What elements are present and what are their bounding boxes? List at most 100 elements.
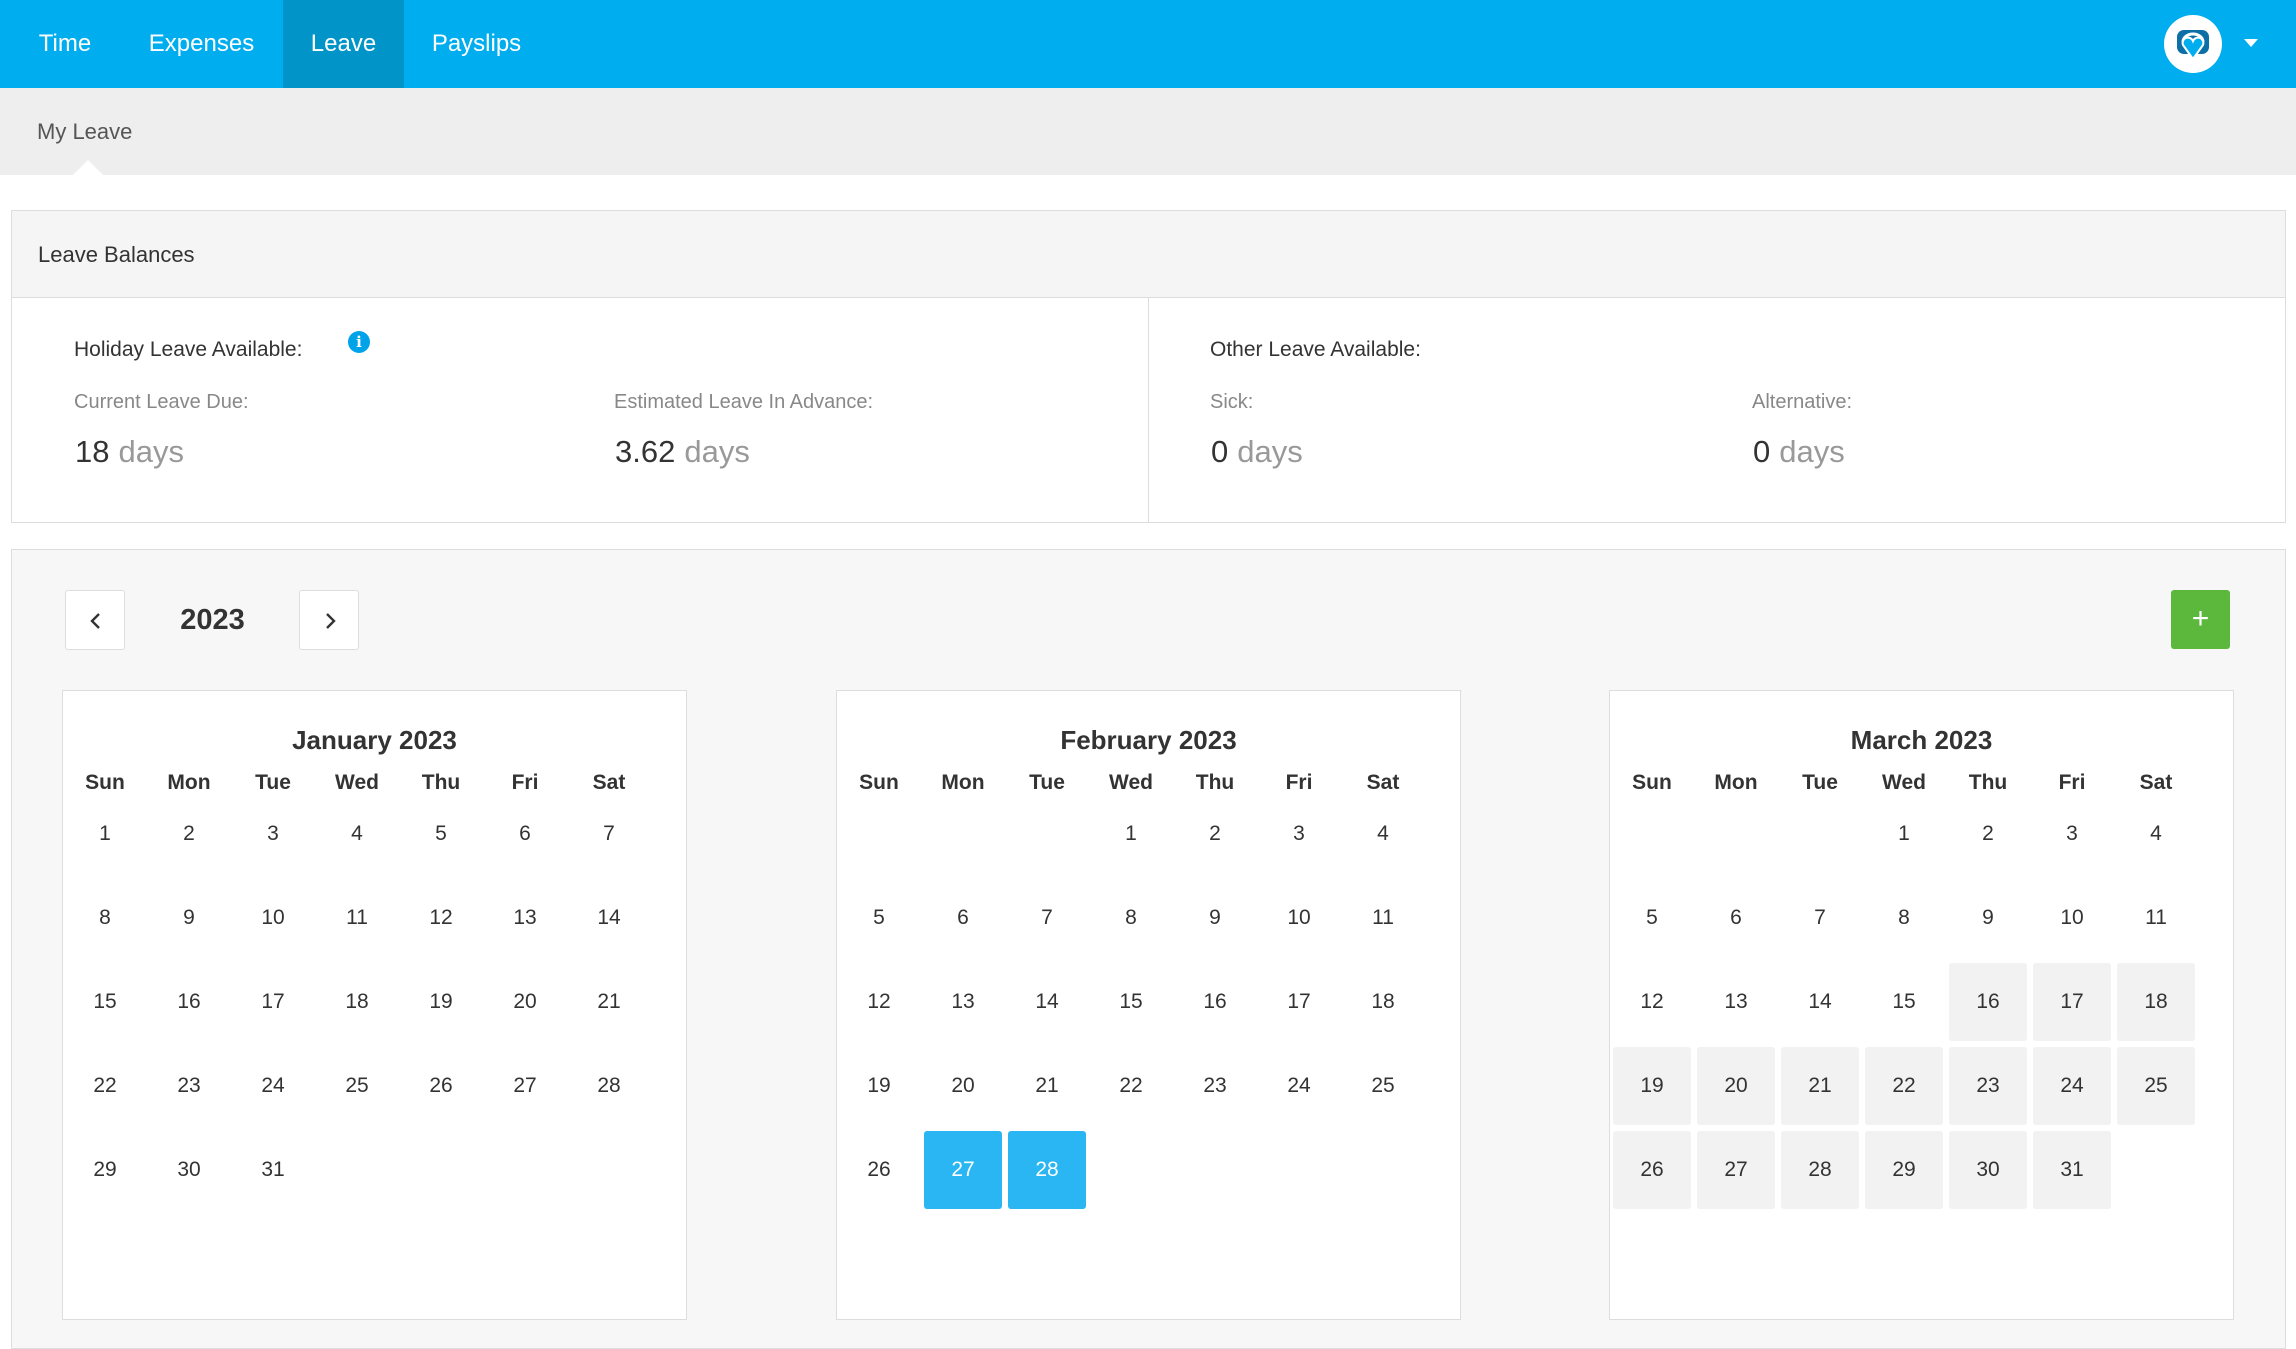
nav-tab-payslips[interactable]: Payslips [404,0,549,88]
calendar-day[interactable]: 20 [1697,1047,1775,1125]
calendar-day[interactable]: 12 [840,963,918,1041]
calendar-day[interactable]: 3 [1260,795,1338,873]
chevron-down-icon[interactable] [2244,39,2258,47]
calendar-day[interactable]: 27 [1697,1131,1775,1209]
calendar-day[interactable]: 6 [486,795,564,873]
calendar-day[interactable]: 1 [66,795,144,873]
calendar-day[interactable]: 27 [486,1047,564,1125]
calendar-day[interactable]: 10 [234,879,312,957]
calendar-day[interactable]: 12 [402,879,480,957]
calendar-day[interactable]: 9 [1176,879,1254,957]
calendar-day[interactable]: 24 [1260,1047,1338,1125]
calendar-day[interactable]: 29 [1865,1131,1943,1209]
calendar-day[interactable]: 22 [66,1047,144,1125]
calendar-day[interactable]: 9 [1949,879,2027,957]
calendar-day[interactable]: 8 [66,879,144,957]
calendar-day[interactable]: 2 [1176,795,1254,873]
calendar-day[interactable]: 3 [2033,795,2111,873]
calendar-day[interactable]: 22 [1865,1047,1943,1125]
calendar-day[interactable]: 5 [402,795,480,873]
calendar-day[interactable]: 28 [570,1047,648,1125]
calendar-day[interactable]: 18 [2117,963,2195,1041]
calendar-day[interactable]: 17 [1260,963,1338,1041]
calendar-day[interactable]: 30 [1949,1131,2027,1209]
calendar-day[interactable]: 1 [1865,795,1943,873]
calendar-day[interactable]: 13 [1697,963,1775,1041]
calendar-day[interactable]: 10 [1260,879,1338,957]
calendar-day[interactable]: 16 [1949,963,2027,1041]
calendar-day[interactable]: 17 [2033,963,2111,1041]
calendar-day[interactable]: 27 [924,1131,1002,1209]
calendar-day[interactable]: 19 [840,1047,918,1125]
calendar-day[interactable]: 26 [402,1047,480,1125]
calendar-day[interactable]: 15 [1092,963,1170,1041]
calendar-day[interactable]: 15 [1865,963,1943,1041]
calendar-day[interactable]: 24 [234,1047,312,1125]
nav-tab-leave[interactable]: Leave [283,0,404,88]
calendar-day[interactable]: 6 [1697,879,1775,957]
calendar-day[interactable]: 20 [486,963,564,1041]
calendar-day[interactable]: 25 [1344,1047,1422,1125]
calendar-day[interactable]: 13 [924,963,1002,1041]
calendar-day[interactable]: 24 [2033,1047,2111,1125]
calendar-day[interactable]: 9 [150,879,228,957]
calendar-day[interactable]: 11 [318,879,396,957]
calendar-day[interactable]: 5 [840,879,918,957]
nav-tab-time[interactable]: Time [0,0,130,88]
calendar-day[interactable]: 26 [1613,1131,1691,1209]
calendar-day[interactable]: 15 [66,963,144,1041]
calendar-day[interactable]: 21 [1008,1047,1086,1125]
calendar-day[interactable]: 21 [570,963,648,1041]
calendar-day[interactable]: 10 [2033,879,2111,957]
calendar-day[interactable]: 18 [318,963,396,1041]
calendar-day[interactable]: 19 [1613,1047,1691,1125]
calendar-day[interactable]: 2 [150,795,228,873]
info-icon[interactable]: i [348,331,370,353]
calendar-day[interactable]: 4 [1344,795,1422,873]
calendar-day[interactable]: 7 [570,795,648,873]
calendar-day[interactable]: 22 [1092,1047,1170,1125]
calendar-day[interactable]: 14 [1781,963,1859,1041]
calendar-day[interactable]: 11 [1344,879,1422,957]
calendar-day[interactable]: 11 [2117,879,2195,957]
calendar-day[interactable]: 7 [1008,879,1086,957]
calendar-day[interactable]: 12 [1613,963,1691,1041]
calendar-day[interactable]: 2 [1949,795,2027,873]
calendar-day[interactable]: 14 [570,879,648,957]
calendar-day[interactable]: 23 [150,1047,228,1125]
calendar-day[interactable]: 13 [486,879,564,957]
prev-year-button[interactable] [65,590,125,650]
calendar-day[interactable]: 31 [234,1131,312,1209]
calendar-day[interactable]: 20 [924,1047,1002,1125]
add-leave-button[interactable]: + [2171,590,2230,649]
calendar-day[interactable]: 28 [1008,1131,1086,1209]
calendar-day[interactable]: 23 [1176,1047,1254,1125]
calendar-day[interactable]: 23 [1949,1047,2027,1125]
nav-tab-expenses[interactable]: Expenses [130,0,273,88]
calendar-day[interactable]: 4 [318,795,396,873]
calendar-day[interactable]: 18 [1344,963,1422,1041]
calendar-day[interactable]: 25 [2117,1047,2195,1125]
calendar-day[interactable]: 25 [318,1047,396,1125]
calendar-day[interactable]: 17 [234,963,312,1041]
calendar-day[interactable]: 7 [1781,879,1859,957]
calendar-day[interactable]: 3 [234,795,312,873]
calendar-day[interactable]: 8 [1092,879,1170,957]
calendar-day[interactable]: 21 [1781,1047,1859,1125]
calendar-day[interactable]: 5 [1613,879,1691,957]
calendar-day[interactable]: 4 [2117,795,2195,873]
calendar-day[interactable]: 16 [150,963,228,1041]
calendar-day[interactable]: 19 [402,963,480,1041]
calendar-day[interactable]: 1 [1092,795,1170,873]
calendar-day[interactable]: 16 [1176,963,1254,1041]
calendar-day[interactable]: 29 [66,1131,144,1209]
calendar-day[interactable]: 30 [150,1131,228,1209]
calendar-day[interactable]: 8 [1865,879,1943,957]
calendar-day[interactable]: 31 [2033,1131,2111,1209]
calendar-day[interactable]: 26 [840,1131,918,1209]
calendar-day[interactable]: 14 [1008,963,1086,1041]
next-year-button[interactable] [299,590,359,650]
user-avatar[interactable] [2164,15,2222,73]
calendar-day[interactable]: 28 [1781,1131,1859,1209]
calendar-day[interactable]: 6 [924,879,1002,957]
